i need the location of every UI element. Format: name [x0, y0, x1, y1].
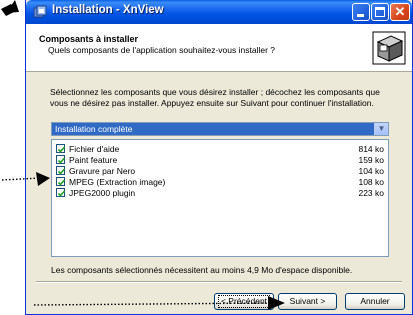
checkbox[interactable] [56, 166, 66, 175]
maximize-icon [375, 7, 385, 17]
checkbox[interactable] [56, 188, 66, 197]
cancel-button[interactable]: Annuler [345, 293, 405, 310]
previous-button[interactable]: < Précédent [214, 293, 274, 310]
components-list: Fichier d'aide 814 ko Paint feature 159 … [51, 139, 389, 257]
cancel-button-label: Annuler [360, 296, 390, 306]
list-item[interactable]: JPEG2000 plugin 223 ko [56, 188, 386, 199]
list-item[interactable]: Paint feature 159 ko [56, 155, 386, 166]
list-item[interactable]: Fichier d'aide 814 ko [56, 144, 386, 155]
component-label: MPEG (Extraction image) [69, 177, 166, 187]
component-label: Fichier d'aide [69, 144, 120, 154]
wizard-header: Composants à installer Quels composants … [26, 24, 412, 72]
page-title: Composants à installer [39, 34, 139, 44]
component-size: 223 ko [358, 188, 384, 198]
previous-button-label: < Précédent [217, 295, 271, 308]
component-size: 108 ko [358, 177, 384, 187]
checkbox[interactable] [56, 144, 66, 153]
component-label: JPEG2000 plugin [69, 188, 136, 198]
minimize-button[interactable] [352, 3, 370, 21]
install-type-select[interactable]: Installation complète ▼ [51, 122, 389, 136]
footer-divider [36, 281, 402, 283]
checkbox[interactable] [56, 155, 66, 164]
maximize-button[interactable] [371, 3, 389, 21]
next-button-label: Suivant > [289, 296, 326, 306]
installer-icon [33, 5, 47, 18]
list-item[interactable]: MPEG (Extraction image) 108 ko [56, 177, 386, 188]
checkbox[interactable] [56, 177, 66, 186]
computer-box-icon [372, 31, 406, 65]
disk-space-note: Les composants sélectionnés nécessitent … [51, 265, 353, 275]
component-size: 159 ko [358, 155, 384, 165]
chevron-down-icon[interactable]: ▼ [374, 123, 388, 135]
instructions-text: Sélectionnez les composants que vous dés… [50, 87, 380, 108]
minimize-icon [357, 14, 364, 17]
annotation-arrow-title [1, 0, 19, 16]
component-label: Paint feature [69, 155, 118, 165]
page-subtitle: Quels composants de l'application souhai… [48, 45, 275, 55]
component-size: 104 ko [358, 166, 384, 176]
close-icon: ✕ [394, 4, 406, 19]
component-size: 814 ko [358, 144, 384, 154]
window-title: Installation - XnView [52, 4, 164, 16]
component-label: Gravure par Nero [69, 166, 136, 176]
title-bar[interactable]: Installation - XnView ✕ [26, 0, 412, 24]
installer-window: Installation - XnView ✕ Composants à ins… [25, 0, 413, 315]
install-type-value: Installation complète [55, 124, 133, 134]
list-item[interactable]: Gravure par Nero 104 ko [56, 166, 386, 177]
next-button[interactable]: Suivant > [278, 293, 337, 310]
close-button[interactable]: ✕ [390, 3, 410, 21]
